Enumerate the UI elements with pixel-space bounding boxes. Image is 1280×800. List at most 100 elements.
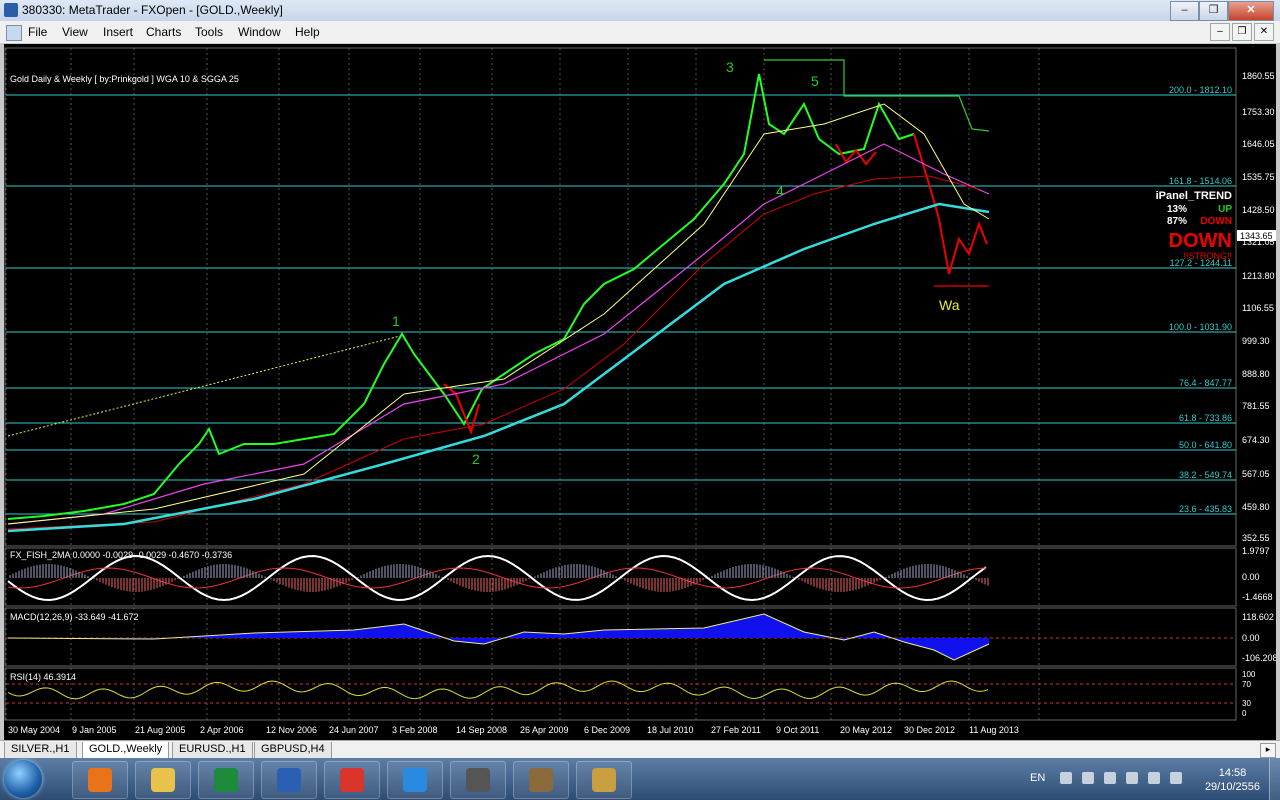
- ipanel-down-pct: 87%: [1167, 216, 1187, 227]
- macd-axis-label: -106.208: [1242, 653, 1276, 663]
- network-tray-icon[interactable]: [1082, 772, 1094, 784]
- wave-label: 4: [776, 183, 784, 199]
- date-axis-label: 21 Aug 2005: [135, 725, 186, 735]
- macd-signal-line: [7, 613, 990, 661]
- menu-help[interactable]: Help: [295, 25, 320, 39]
- price-axis-label: 888.80: [1242, 369, 1270, 379]
- ma-cyan: [7, 202, 990, 533]
- internet-explorer-icon: [403, 768, 427, 792]
- menu-file[interactable]: File: [28, 25, 47, 39]
- price-line-green: [7, 73, 915, 520]
- wave-label: 3: [726, 59, 734, 75]
- taskbar-chrome[interactable]: [324, 761, 380, 799]
- price-axis-label: 459.80: [1242, 502, 1270, 512]
- chart-area[interactable]: 1860.55 1753.30 1646.05 1535.75 1428.50 1 3 2 1.…: [0, 44, 1280, 740]
- date-axis-label: 9 Oct 2011: [776, 725, 819, 735]
- price-axis-label: 1646.05: [1242, 139, 1275, 149]
- start-button[interactable]: [4, 760, 42, 798]
- fib-level-label: 61.8 - 733.86: [1179, 413, 1232, 423]
- minimize-button[interactable]: –: [1170, 1, 1199, 21]
- taskbar-file-explorer[interactable]: [135, 761, 191, 799]
- fisher-axis-label: 0.00: [1242, 572, 1260, 582]
- volume-tray-icon[interactable]: [1148, 772, 1160, 784]
- fib-level-label: 76.4 - 847.77: [1179, 378, 1232, 388]
- clock-time: 14:58: [1218, 767, 1247, 779]
- ipanel-strength: !!STRONG!!: [1183, 251, 1232, 261]
- date-axis-label: 24 Jun 2007: [329, 725, 379, 735]
- main-panel-frame: [4, 47, 1237, 547]
- menu-tools[interactable]: Tools: [195, 25, 223, 39]
- taskbar-word[interactable]: [261, 761, 317, 799]
- date-axis-label: 14 Sep 2008: [456, 725, 507, 735]
- window-controls: – ❐ ✕: [1170, 1, 1274, 21]
- price-axis-label: 999.30: [1242, 336, 1270, 346]
- ipanel-title: iPanel_TREND: [1156, 190, 1232, 202]
- language-indicator[interactable]: EN: [1030, 772, 1045, 784]
- menu-bar: File View Insert Charts Tools Window Hel…: [0, 21, 1280, 44]
- price-line-red-2008: [443, 383, 480, 436]
- date-axis-label: 30 Dec 2012: [904, 725, 955, 735]
- date-axis-label: 27 Feb 2011: [711, 725, 761, 735]
- tab-scroll-right-icon[interactable]: ▸: [1260, 743, 1276, 758]
- mdi-minimize-button[interactable]: –: [1210, 23, 1230, 41]
- price-axis-label: 1535.75: [1242, 172, 1275, 182]
- chart-canvas[interactable]: 1860.55 1753.30 1646.05 1535.75 1428.50 1 3 2 1.…: [4, 44, 1276, 740]
- date-axis-label: 6 Dec 2009: [584, 725, 630, 735]
- menu-insert[interactable]: Insert: [103, 25, 133, 39]
- taskbar: EN 14:58 29/10/2556: [0, 758, 1280, 800]
- taskbar-paint[interactable]: [576, 761, 632, 799]
- tab-silver-h1[interactable]: SILVER.,H1: [4, 742, 77, 759]
- tab-eurusd-h1[interactable]: EURUSD.,H1: [172, 742, 253, 759]
- fisher-axis-label: 1.9797: [1242, 546, 1270, 556]
- taskbar-media-player[interactable]: [72, 761, 128, 799]
- paint-icon: [592, 768, 616, 792]
- power-tray-icon[interactable]: [1170, 772, 1182, 784]
- price-axis-label: 1106.55: [1242, 303, 1274, 313]
- chart-window-icon[interactable]: [6, 25, 22, 41]
- ma-magenta: [7, 143, 990, 525]
- maximize-button[interactable]: ❐: [1199, 1, 1228, 21]
- wave-label: 5: [811, 73, 819, 89]
- taskbar-metatrader[interactable]: [450, 761, 506, 799]
- price-axis-label: 1428.50: [1242, 205, 1275, 215]
- tab-gold-weekly[interactable]: GOLD.,Weekly: [82, 742, 170, 759]
- menu-view[interactable]: View: [62, 25, 88, 39]
- date-axis-label: 20 May 2012: [840, 725, 892, 735]
- tab-gbpusd-h4[interactable]: GBPUSD,H4: [254, 742, 332, 759]
- metatrader-icon: [466, 768, 490, 792]
- keyboard-tray-icon[interactable]: [1104, 772, 1116, 784]
- excel-icon: [214, 768, 238, 792]
- price-axis-label: 674.30: [1242, 435, 1270, 445]
- wave-label: Wa: [939, 297, 960, 313]
- taskbar-internet-explorer[interactable]: [387, 761, 443, 799]
- ipanel-big-label: DOWN: [1169, 230, 1232, 252]
- wave-label: 1: [392, 313, 400, 329]
- mdi-restore-button[interactable]: ❐: [1232, 23, 1252, 41]
- macd-histogram-area: [954, 638, 989, 660]
- fib-level-label: 50.0 - 641.80: [1179, 440, 1232, 450]
- close-button[interactable]: ✕: [1228, 1, 1274, 21]
- menu-window[interactable]: Window: [238, 25, 281, 39]
- clock[interactable]: 14:58 29/10/2556: [1205, 766, 1260, 794]
- taskbar-gimp[interactable]: [513, 761, 569, 799]
- date-axis-label: 11 Aug 2013: [969, 725, 1019, 735]
- ipanel-down-label: DOWN: [1200, 216, 1232, 227]
- system-tray: EN 14:58 29/10/2556: [1020, 758, 1280, 800]
- rsi-axis-label: 0: [1242, 709, 1247, 718]
- rsi-label: RSI(14) 46.3914: [10, 672, 76, 682]
- show-desktop-button[interactable]: [1269, 758, 1280, 800]
- macd-histogram-area: [354, 624, 404, 638]
- word-icon: [277, 768, 301, 792]
- price-axis-label: 1213.80: [1242, 271, 1275, 281]
- chrome-icon: [340, 768, 364, 792]
- ma-red-step: [7, 175, 980, 530]
- mdi-close-button[interactable]: ✕: [1254, 23, 1274, 41]
- menu-charts[interactable]: Charts: [146, 25, 181, 39]
- flag-tray-icon[interactable]: [1126, 772, 1138, 784]
- taskbar-excel[interactable]: [198, 761, 254, 799]
- help-tray-icon[interactable]: [1060, 772, 1072, 784]
- price-axis-label: 1860.55: [1242, 71, 1275, 81]
- date-axis-label: 9 Jan 2005: [72, 725, 117, 735]
- rsi-axis-label: 100: [1242, 670, 1256, 679]
- rsi-axis-label: 30: [1242, 699, 1251, 708]
